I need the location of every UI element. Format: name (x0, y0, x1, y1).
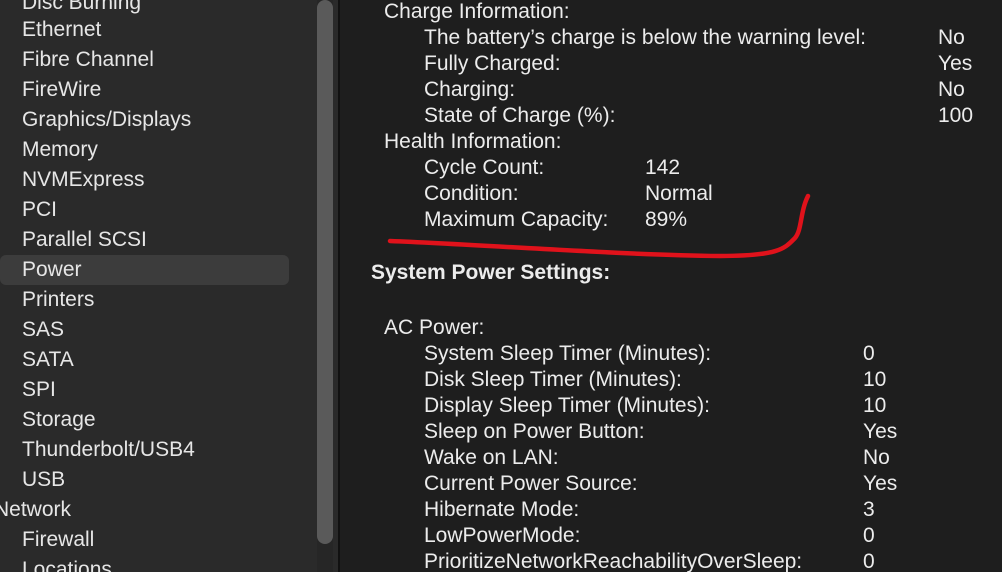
system-power-settings-heading: System Power Settings: (371, 261, 611, 284)
sidebar-item-nvmexpress[interactable]: NVMExpress (22, 165, 145, 195)
setting-value: 0 (863, 524, 875, 547)
sidebar-item-printers[interactable]: Printers (22, 285, 94, 315)
setting-value: Yes (863, 420, 898, 443)
setting-label: Current Power Source: (424, 472, 638, 495)
sidebar-item-power[interactable]: Power (22, 255, 82, 285)
sidebar-item-thunderbolt-usb4[interactable]: Thunderbolt/USB4 (22, 435, 195, 465)
info-label: The battery’s charge is below the warnin… (424, 26, 867, 49)
sidebar-item-sata[interactable]: SATA (22, 345, 74, 375)
sidebar-scrollbar-thumb[interactable] (317, 0, 333, 544)
sidebar-item-fibre-channel[interactable]: Fibre Channel (22, 45, 154, 75)
info-value: 100 (938, 104, 974, 127)
sidebar-item-firewire[interactable]: FireWire (22, 75, 101, 105)
setting-label: System Sleep Timer (Minutes): (424, 342, 712, 365)
info-label: Fully Charged: (424, 52, 561, 75)
setting-value: 10 (863, 394, 887, 417)
setting-value: 0 (863, 550, 875, 572)
detail-pane: Charge Information: The battery’s charge… (340, 0, 1002, 572)
info-label: State of Charge (%): (424, 104, 616, 127)
sidebar-item-sas[interactable]: SAS (22, 315, 64, 345)
setting-value: 10 (863, 368, 887, 391)
setting-label: Disk Sleep Timer (Minutes): (424, 368, 682, 391)
info-value: Normal (645, 182, 713, 205)
setting-value: Yes (863, 472, 898, 495)
info-label: Maximum Capacity: (424, 208, 609, 231)
info-value: 89% (645, 208, 688, 231)
sidebar-item-spi[interactable]: SPI (22, 375, 56, 405)
sidebar-item-usb[interactable]: USB (22, 465, 65, 495)
ac-power-heading: AC Power: (384, 316, 485, 339)
sidebar-section-network[interactable]: Network (0, 495, 71, 525)
sidebar-item-parallel-scsi[interactable]: Parallel SCSI (22, 225, 147, 255)
sidebar-item-locations[interactable]: Locations (22, 555, 112, 572)
info-value: No (938, 26, 965, 49)
sidebar: Disc Burning Ethernet Fibre Channel Fire… (0, 0, 338, 572)
setting-label: Hibernate Mode: (424, 498, 580, 521)
setting-label: Sleep on Power Button: (424, 420, 645, 443)
sidebar-item-graphics-displays[interactable]: Graphics/Displays (22, 105, 191, 135)
info-label: Cycle Count: (424, 156, 545, 179)
info-label: Charging: (424, 78, 516, 101)
sidebar-item-ethernet[interactable]: Ethernet (22, 15, 101, 45)
setting-label: PrioritizeNetworkReachabilityOverSleep: (424, 550, 803, 572)
info-value: No (938, 78, 965, 101)
charge-info-heading: Charge Information: (384, 0, 570, 23)
setting-value: No (863, 446, 890, 469)
setting-value: 0 (863, 342, 875, 365)
info-label: Condition: (424, 182, 519, 205)
sidebar-item-pci[interactable]: PCI (22, 195, 57, 225)
sidebar-item-storage[interactable]: Storage (22, 405, 96, 435)
health-info-heading: Health Information: (384, 130, 562, 153)
setting-label: Wake on LAN: (424, 446, 559, 469)
sidebar-item-memory[interactable]: Memory (22, 135, 98, 165)
setting-label: Display Sleep Timer (Minutes): (424, 394, 710, 417)
info-value: Yes (938, 52, 973, 75)
info-value: 142 (645, 156, 681, 179)
setting-value: 3 (863, 498, 875, 521)
sidebar-item-firewall[interactable]: Firewall (22, 525, 94, 555)
setting-label: LowPowerMode: (424, 524, 581, 547)
